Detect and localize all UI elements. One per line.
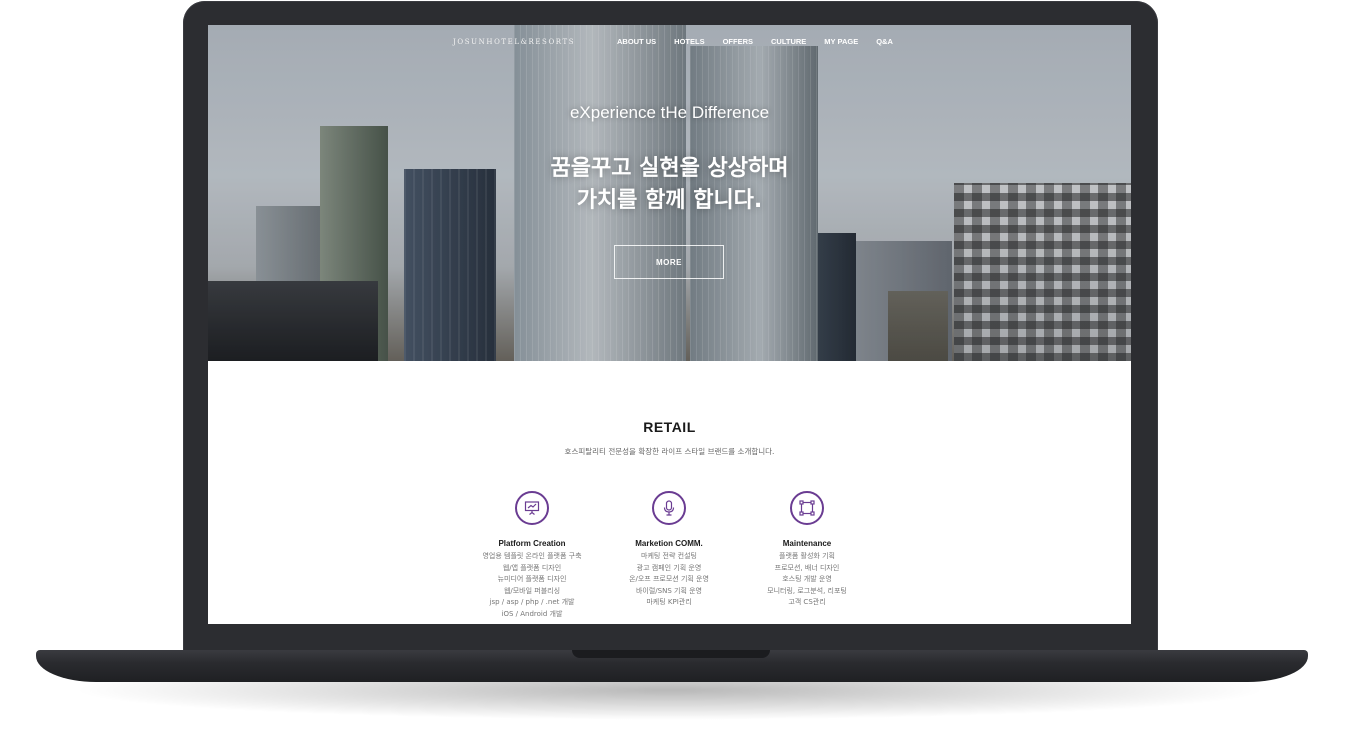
feature-list-item: 마케팅 KPI관리 — [646, 598, 692, 607]
top-navigation: JOSUNHOTEL&RESORTS ABOUT US HOTELS OFFER… — [208, 35, 1131, 51]
feature-title: Platform Creation — [498, 539, 566, 548]
frame-icon — [790, 491, 824, 525]
microphone-icon — [652, 491, 686, 525]
hero-banner: JOSUNHOTEL&RESORTS ABOUT US HOTELS OFFER… — [208, 25, 1131, 361]
feature-title: Marketion COMM. — [635, 539, 703, 548]
feature-marketing-comm: Marketion COMM. 마케팅 전략 컨설팅 광고 캠페인 기획 운영 … — [599, 491, 739, 609]
feature-list-item: 바이럴/SNS 기획 운영 — [635, 586, 702, 595]
feature-list-item: 웹/앱 플랫폼 디자인 — [502, 563, 562, 572]
feature-list-item: 프로모션, 배너 디자인 — [774, 563, 840, 572]
feature-list-item: 영업용 템플릿 온라인 플랫폼 구축 — [482, 552, 582, 560]
feature-list-item: 웹/모바일 퍼블리싱 — [503, 586, 561, 595]
feature-list-item: iOS / Android 개발 — [501, 609, 563, 618]
hero-headline-line: 가치를 함께 합니다. — [576, 188, 763, 213]
mockup-stage: JOSUNHOTEL&RESORTS ABOUT US HOTELS OFFER… — [0, 0, 1347, 742]
section-description: 호스피탈리티 전문성을 확장한 라이프 스타일 브랜드를 소개합니다. — [564, 447, 775, 456]
nav-menu: ABOUT US HOTELS OFFERS CULTURE MY PAGE Q… — [617, 37, 893, 46]
presentation-icon — [515, 491, 549, 525]
feature-list: 영업용 템플릿 온라인 플랫폼 구축 웹/앱 플랫폼 디자인 뉴미디어 플랫폼 … — [462, 551, 602, 624]
feature-list-item: 모니터링, 로그분석, 리포팅 — [767, 586, 847, 595]
laptop-screen: JOSUNHOTEL&RESORTS ABOUT US HOTELS OFFER… — [208, 25, 1131, 624]
brand-logo[interactable]: JOSUNHOTEL&RESORTS — [453, 38, 575, 46]
nav-item-hotels[interactable]: HOTELS — [674, 37, 704, 46]
feature-list: 플랫폼 활성화 기획 프로모션, 배너 디자인 호스팅 개발 운영 모니터링, … — [737, 551, 877, 609]
feature-list-item: 플랫폼 활성화 기획 — [779, 552, 835, 560]
service-features: Platform Creation 영업용 템플릿 온라인 플랫폼 구축 웹/앱… — [462, 491, 882, 624]
feature-list-item: 광고 캠페인 기획 운영 — [636, 563, 702, 572]
laptop-notch — [572, 650, 770, 658]
more-button[interactable]: MORE — [614, 245, 724, 279]
hero-headline-line: 꿈을꾸고 실현을 상상하며 — [550, 156, 789, 181]
nav-item-my-page[interactable]: MY PAGE — [824, 37, 858, 46]
feature-list-item: 뉴미디어 플랫폼 디자인 — [497, 575, 567, 584]
feature-list-item: 고객 CS관리 — [788, 598, 826, 607]
feature-maintenance: Maintenance 플랫폼 활성화 기획 프로모션, 배너 디자인 호스팅 … — [737, 491, 877, 609]
feature-platform-creation: Platform Creation 영업용 템플릿 온라인 플랫폼 구축 웹/앱… — [462, 491, 602, 624]
nav-item-qna[interactable]: Q&A — [876, 37, 893, 46]
feature-title: Maintenance — [782, 539, 832, 548]
feature-list-item: 마케팅 전략 컨설팅 — [641, 552, 697, 560]
feature-list-item: 호스팅 개발 운영 — [782, 575, 832, 584]
feature-list: 마케팅 전략 컨설팅 광고 캠페인 기획 운영 온/오프 프로모션 기획 운영 … — [599, 551, 739, 609]
hero-headline: 꿈을꾸고 실현을 상상하며 가치를 함께 합니다. — [208, 153, 1131, 217]
hero-subtitle: eXperience tHe Difference — [569, 103, 770, 122]
nav-item-about-us[interactable]: ABOUT US — [617, 37, 656, 46]
feature-list-item: ... — [462, 621, 602, 624]
section-title: RETAIL — [643, 419, 696, 435]
nav-item-culture[interactable]: CULTURE — [771, 37, 806, 46]
nav-item-offers[interactable]: OFFERS — [723, 37, 753, 46]
feature-list-item: jsp / asp / php / .net 개발 — [489, 598, 575, 607]
feature-list-item: 온/오프 프로모션 기획 운영 — [629, 575, 709, 584]
